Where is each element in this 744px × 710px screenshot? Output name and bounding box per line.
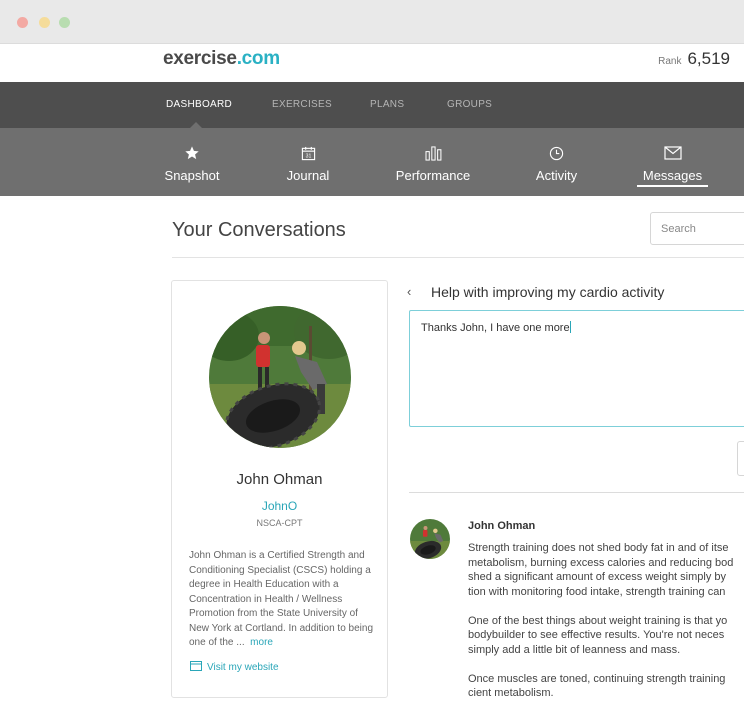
- logo-main: exercise: [163, 48, 237, 69]
- window-minimize-dot[interactable]: [39, 17, 50, 28]
- divider: [172, 257, 744, 258]
- subnav-performance[interactable]: Performance: [396, 128, 470, 196]
- message-line: cient metabolism.: [468, 687, 554, 699]
- subnav-snapshot[interactable]: Snapshot: [163, 128, 221, 196]
- nav-dashboard[interactable]: DASHBOARD: [166, 99, 232, 110]
- message-line: bodybuilder to see effective results. Yo…: [468, 629, 725, 641]
- svg-text:31: 31: [305, 153, 311, 159]
- subnav-journal[interactable]: 31 Journal: [284, 128, 332, 196]
- message-body: Strength training does not shed body fat…: [468, 541, 744, 710]
- subnav-activity-label: Activity: [535, 168, 578, 183]
- profile-name: John Ohman: [236, 471, 323, 488]
- message-avatar: [410, 519, 450, 559]
- subnav-messages-label: Messages: [642, 168, 703, 183]
- message-line: tion with monitoring food intake, streng…: [468, 585, 726, 598]
- subnav-snapshot-label: Snapshot: [164, 168, 220, 183]
- active-tab-underline: [637, 185, 708, 187]
- rank-label: Rank: [658, 56, 682, 67]
- divider: [409, 492, 744, 493]
- bio-more-link[interactable]: more: [250, 637, 273, 648]
- window-maximize-dot[interactable]: [59, 17, 70, 28]
- main-nav: DASHBOARD EXERCISES PLANS GROUPS: [0, 82, 744, 128]
- subnav-journal-label: Journal: [286, 168, 330, 183]
- nav-groups[interactable]: GROUPS: [447, 99, 492, 110]
- message-line: metabolism, burning excess calories and …: [468, 556, 734, 569]
- reply-textarea[interactable]: Thanks John, I have one more: [409, 310, 744, 427]
- site-header: exercise.com Rank 6,519: [0, 44, 744, 82]
- message-paragraph: One of the best things about weight trai…: [468, 614, 744, 658]
- message-author: John Ohman: [468, 520, 536, 532]
- subnav-activity[interactable]: Activity: [535, 128, 578, 196]
- subnav-performance-label: Performance: [395, 168, 471, 183]
- message-line: shed a significant amount of excess weig…: [468, 571, 727, 583]
- rank-value: 6,519: [687, 49, 730, 68]
- back-chevron-icon[interactable]: ‹: [407, 284, 411, 299]
- star-icon: [184, 144, 200, 162]
- message-line: One of the best things about weight trai…: [468, 614, 728, 627]
- clock-icon: [549, 144, 564, 162]
- search-input[interactable]: [650, 212, 744, 245]
- subnav-messages[interactable]: Messages: [637, 128, 708, 196]
- envelope-icon: [663, 144, 682, 162]
- conversation-subject: Help with improving my cardio activity: [431, 284, 665, 300]
- send-button[interactable]: [737, 441, 744, 476]
- text-cursor: [569, 321, 571, 333]
- profile-bio-text: John Ohman is a Certified Strength and C…: [189, 550, 374, 648]
- profile-photo: [209, 306, 351, 448]
- sub-nav: Snapshot 31 Journal Performance Activity…: [0, 128, 744, 196]
- website-link[interactable]: Visit my website: [190, 661, 279, 674]
- message-paragraph: Strength training does not shed body fat…: [468, 541, 744, 599]
- website-link-label: Visit my website: [207, 662, 279, 673]
- nav-plans[interactable]: PLANS: [370, 99, 404, 110]
- nav-exercises[interactable]: EXERCISES: [272, 99, 332, 110]
- message-line: simply add a little bit of leanness and …: [468, 643, 681, 656]
- bar-chart-icon: [424, 144, 442, 162]
- logo-suffix: .com: [236, 48, 280, 69]
- browser-window-icon: [190, 661, 202, 674]
- reply-text: Thanks John, I have one more: [421, 322, 570, 334]
- profile-card: John Ohman JohnO NSCA-CPT John Ohman is …: [171, 280, 388, 698]
- rank-display: Rank 6,519: [658, 49, 730, 69]
- message-paragraph: Once muscles are toned, continuing stren…: [468, 672, 744, 701]
- message-line: Strength training does not shed body fat…: [468, 542, 729, 554]
- browser-chrome: [0, 0, 744, 44]
- site-logo[interactable]: exercise.com: [163, 48, 280, 70]
- calendar-icon: 31: [301, 144, 316, 162]
- profile-handle-link[interactable]: JohnO: [172, 499, 387, 513]
- profile-certification: NSCA-CPT: [256, 518, 303, 528]
- message-line: Once muscles are toned, continuing stren…: [468, 672, 726, 685]
- page-title: Your Conversations: [172, 219, 346, 241]
- profile-bio: John Ohman is a Certified Strength and C…: [189, 549, 374, 651]
- window-close-dot[interactable]: [17, 17, 28, 28]
